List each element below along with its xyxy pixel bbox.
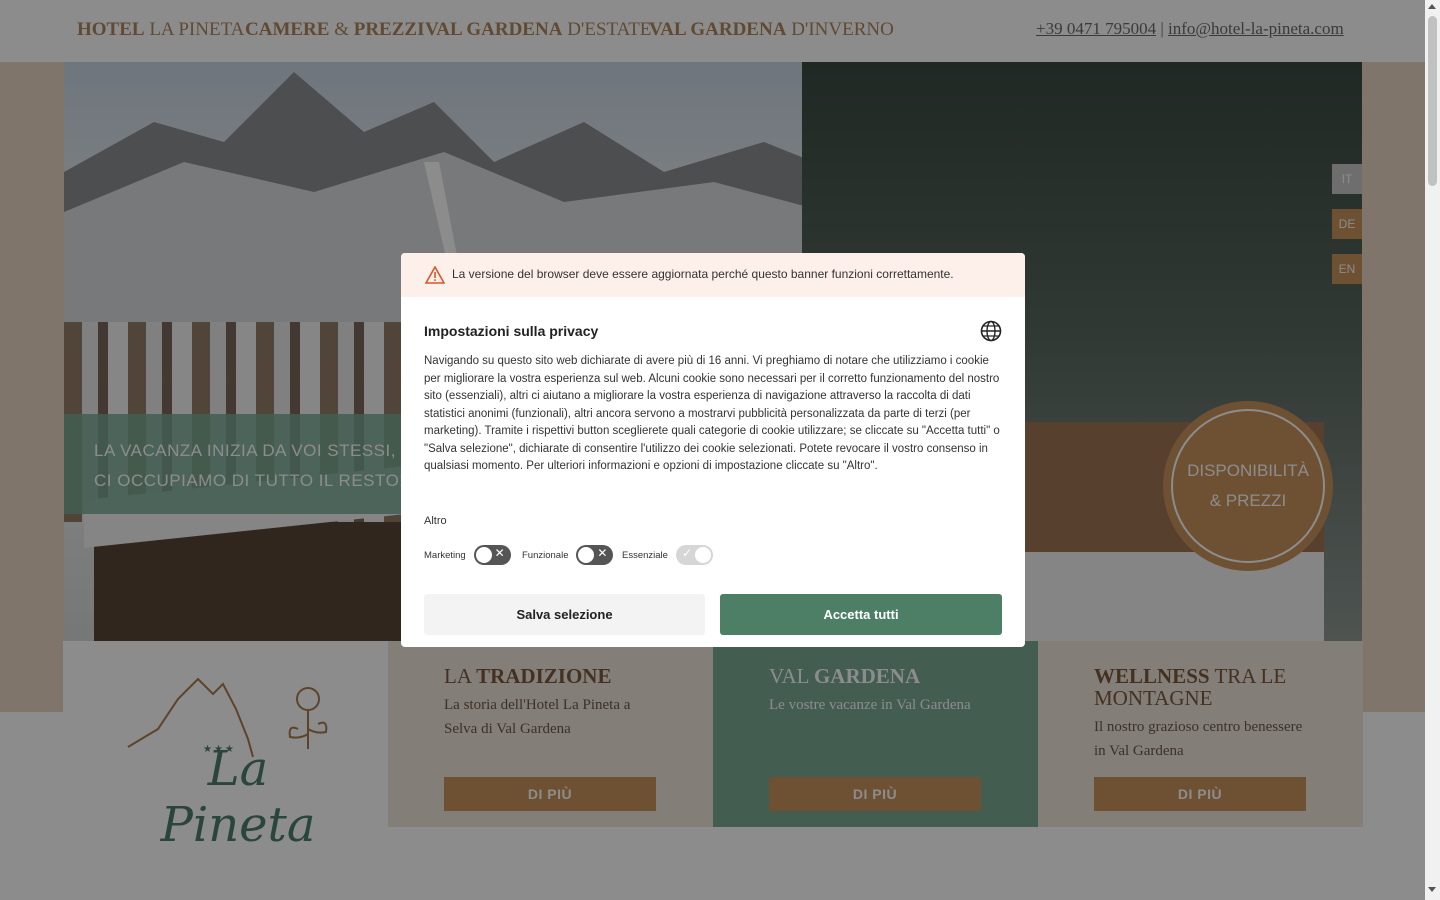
browser-warning-text: La versione del browser deve essere aggi… [452, 267, 954, 281]
accept-all-button[interactable]: Accetta tutti [720, 594, 1002, 635]
marketing-label: Marketing [424, 549, 466, 561]
warning-icon [425, 266, 445, 284]
functional-toggle[interactable]: ✕ [576, 545, 614, 565]
scrollbar-thumb[interactable] [1428, 16, 1437, 186]
toggle-knob [578, 547, 595, 563]
essential-label: Essenziale [622, 549, 668, 561]
toggle-knob [475, 547, 492, 563]
toggle-off-icon: ✕ [597, 546, 608, 560]
privacy-title: Impostazioni sulla privacy [424, 323, 599, 339]
toggle-off-icon: ✕ [494, 546, 505, 560]
functional-toggle-row: Funzionale ✕ [522, 545, 614, 565]
essential-toggle-row: Essenziale ✓ [622, 545, 713, 565]
privacy-consent-dialog: La versione del browser deve essere aggi… [401, 253, 1025, 647]
save-selection-button[interactable]: Salva selezione [424, 594, 705, 635]
browser-warning-banner: La versione del browser deve essere aggi… [401, 253, 1025, 297]
marketing-toggle-row: Marketing ✕ [424, 545, 511, 565]
scroll-up-arrow-icon[interactable] [1428, 4, 1436, 9]
page-scrollbar[interactable] [1425, 0, 1440, 900]
scroll-down-arrow-icon[interactable] [1428, 887, 1436, 892]
functional-label: Funzionale [522, 549, 569, 561]
essential-toggle: ✓ [675, 545, 713, 565]
toggle-knob [694, 547, 711, 563]
privacy-body-text: Navigando su questo sito web dichiarate … [424, 355, 1000, 472]
toggle-check-icon: ✓ [681, 546, 693, 560]
marketing-toggle[interactable]: ✕ [473, 545, 511, 565]
globe-icon[interactable] [980, 320, 1002, 342]
more-link[interactable]: Altro [424, 515, 447, 527]
